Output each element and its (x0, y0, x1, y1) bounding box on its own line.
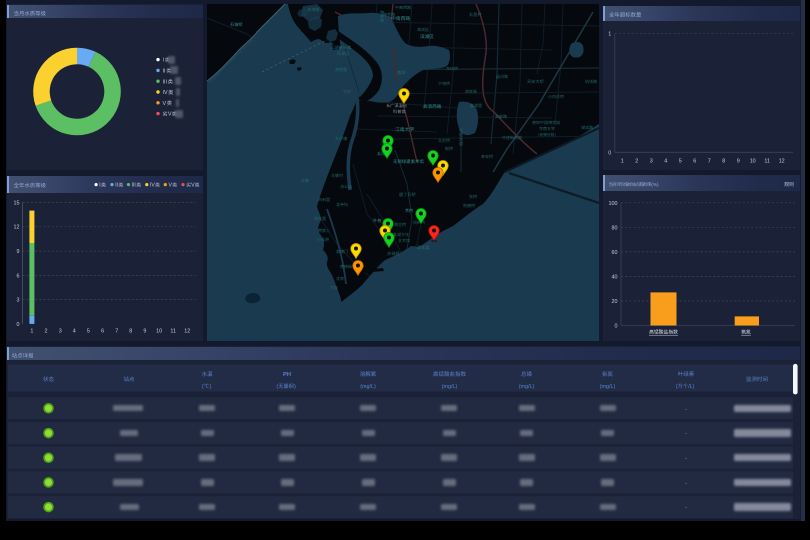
svg-text:15: 15 (14, 200, 20, 206)
svg-text:12: 12 (184, 328, 190, 334)
svg-text:-: - (685, 406, 687, 412)
svg-text:1: 1 (30, 328, 33, 334)
svg-text:5: 5 (679, 158, 682, 164)
svg-text:6: 6 (101, 328, 104, 334)
svg-text:10: 10 (156, 328, 162, 334)
svg-text:IV: IV (163, 90, 168, 96)
svg-text:1: 1 (608, 32, 611, 38)
svg-text:(%): (%) (651, 182, 659, 187)
svg-text:IV: IV (150, 183, 155, 189)
svg-text:11: 11 (170, 328, 176, 334)
svg-text:60: 60 (612, 250, 618, 256)
svg-text:4: 4 (664, 158, 667, 164)
svg-text:8: 8 (129, 328, 132, 334)
svg-text:11: 11 (764, 158, 770, 164)
svg-text:): ) (210, 384, 212, 390)
svg-text:8: 8 (722, 158, 725, 164)
svg-text:(mg/L): (mg/L) (519, 384, 535, 390)
svg-text:12: 12 (14, 225, 20, 231)
svg-text:80: 80 (612, 225, 618, 231)
svg-text:6: 6 (17, 273, 20, 279)
svg-text:PH: PH (283, 372, 291, 378)
svg-text:3: 3 (17, 298, 20, 304)
svg-text:III: III (163, 79, 168, 85)
svg-text:2: 2 (45, 328, 48, 334)
svg-text:(: ( (276, 384, 278, 390)
svg-text:5: 5 (87, 328, 90, 334)
svg-text:3: 3 (650, 158, 653, 164)
svg-text:12: 12 (779, 158, 785, 164)
svg-text:9: 9 (737, 158, 740, 164)
svg-text:II: II (163, 69, 166, 75)
svg-text:6: 6 (693, 158, 696, 164)
svg-text:): ) (294, 384, 296, 390)
svg-text:4: 4 (73, 328, 76, 334)
svg-text:V: V (191, 183, 195, 189)
svg-text:I: I (99, 183, 100, 189)
svg-text:2: 2 (635, 158, 638, 164)
svg-text:0: 0 (615, 324, 618, 330)
svg-text:-: - (685, 431, 687, 437)
svg-text:7: 7 (708, 158, 711, 164)
svg-text:9: 9 (143, 328, 146, 334)
svg-text:V: V (168, 112, 172, 118)
svg-text:/L): /L) (688, 384, 694, 390)
svg-text:100: 100 (609, 201, 618, 207)
svg-text:I: I (163, 58, 165, 64)
svg-text:(mg/L): (mg/L) (600, 384, 616, 390)
svg-text:(: ( (202, 384, 204, 390)
svg-text:(: ( (676, 384, 678, 390)
svg-text:20: 20 (612, 299, 618, 305)
svg-text:7: 7 (115, 328, 118, 334)
svg-text:0: 0 (608, 150, 611, 156)
svg-text:3: 3 (59, 328, 62, 334)
svg-text:V: V (169, 183, 173, 189)
svg-text:III: III (132, 183, 136, 189)
svg-text:(mg/L): (mg/L) (360, 384, 376, 390)
svg-text:-: - (685, 480, 687, 486)
svg-text:-: - (685, 505, 687, 511)
svg-text:40: 40 (612, 274, 618, 280)
svg-text:V: V (163, 101, 167, 107)
svg-text:10: 10 (750, 158, 756, 164)
svg-text:II: II (115, 183, 118, 189)
svg-text:0: 0 (17, 322, 20, 328)
svg-text:-: - (685, 456, 687, 462)
svg-text:1: 1 (621, 158, 624, 164)
svg-text:9: 9 (17, 249, 20, 255)
svg-text:(mg/L): (mg/L) (442, 384, 458, 390)
